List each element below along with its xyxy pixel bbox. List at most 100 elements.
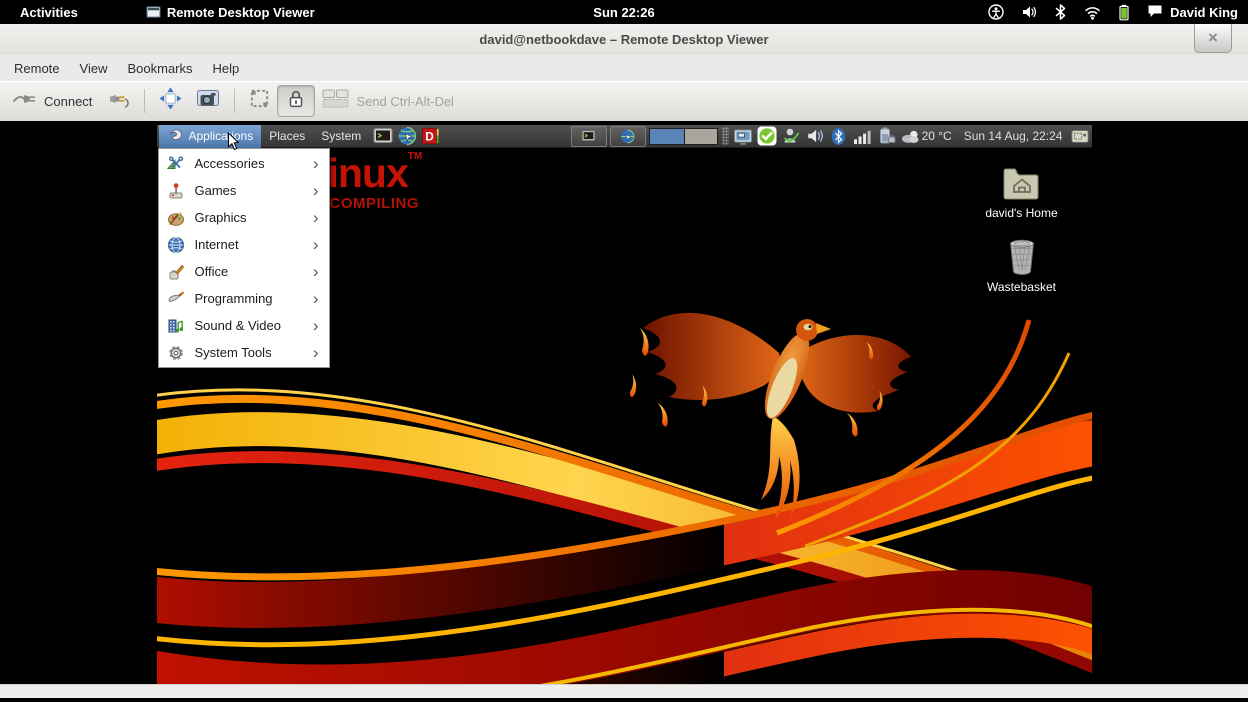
remote-display-icon[interactable] [733,126,753,146]
fullscreen-button[interactable] [152,85,189,117]
remote-panel: Applications Places System D [157,125,1092,148]
terminal-window-button[interactable] [571,126,607,147]
menu-item-sound-video[interactable]: Sound & Video › [159,312,329,339]
desktop-icon-home[interactable]: david's Home [974,165,1070,220]
panel-handle[interactable] [722,127,729,145]
internet-icon [167,235,186,254]
keyboard-grab-toggle[interactable] [277,85,315,117]
accessories-icon [167,154,186,173]
workspace-1[interactable] [649,128,685,145]
user-name: David King [1170,5,1238,20]
window-titlebar[interactable]: david@netbookdave – Remote Desktop Viewe… [0,24,1248,55]
bluetooth-icon[interactable] [829,126,849,146]
battery-icon[interactable] [1118,4,1130,21]
close-button[interactable]: × [1194,24,1232,53]
connect-plug-icon [13,88,37,115]
submenu-arrow-icon: › [313,236,321,253]
submenu-arrow-icon: › [313,317,321,334]
screenshot-button[interactable] [189,85,227,117]
games-icon [167,181,186,200]
window-title: david@netbookdave – Remote Desktop Viewe… [479,32,768,47]
wallpaper-caption-text: COMPILING [330,195,420,212]
topbar-clock[interactable]: Sun 22:26 [593,0,654,24]
lock-icon [285,88,307,115]
signal-strength-icon[interactable] [853,126,873,146]
system-tray [733,126,921,146]
volume-icon[interactable] [1021,4,1037,20]
menu-item-label: Office [195,264,304,279]
scaling-icon [249,88,270,114]
window-toolbar: Connect [0,81,1248,122]
screenshot-camera-icon [196,88,220,115]
submenu-arrow-icon: › [313,209,321,226]
volume-icon[interactable] [805,126,825,146]
weather-icon[interactable] [901,126,921,146]
screenshot-applet-icon[interactable] [1070,126,1090,146]
menu-item-label: Games [195,183,304,198]
workspace-2[interactable] [685,128,718,145]
scaling-toggle[interactable] [242,85,277,117]
menu-item-label: System Tools [195,345,304,360]
connect-label: Connect [44,94,92,109]
browser-window-button[interactable] [610,126,646,147]
applications-dropdown-menu: Accessories › Games › Grap [158,148,330,368]
focused-app-title: Remote Desktop Viewer [167,5,315,20]
svg-text:D: D [426,129,435,143]
window-menubar: Remote View Bookmarks Help [0,55,1248,81]
menu-item-graphics[interactable]: Graphics › [159,204,329,231]
applications-menu-label: Applications [189,129,254,143]
menu-help[interactable]: Help [203,57,250,80]
disconnect-button[interactable] [99,85,137,117]
desktop-icon-wastebasket[interactable]: Wastebasket [974,238,1070,294]
network-user-icon[interactable] [781,126,801,146]
panel-clock[interactable]: Sun 14 Aug, 22:24 [964,129,1063,143]
user-menu[interactable]: David King [1147,4,1238,21]
applications-menu-button[interactable]: Applications [159,125,262,148]
chat-icon [1147,4,1163,21]
remote-desktop-viewer-window: david@netbookdave – Remote Desktop Viewe… [0,24,1248,698]
menu-item-programming[interactable]: Programming › [159,285,329,312]
home-folder-icon [974,165,1070,202]
activities-button[interactable]: Activities [10,0,88,24]
gnome-top-bar: Activities Remote Desktop Viewer Sun 22:… [0,0,1248,24]
wastebasket-icon [974,238,1070,276]
places-menu-button[interactable]: Places [261,125,313,148]
d-app-launcher-icon[interactable]: D [420,126,441,147]
submenu-arrow-icon: › [313,263,321,280]
toolbar-separator [144,89,145,113]
submenu-arrow-icon: › [313,155,321,172]
menu-remote[interactable]: Remote [4,57,70,80]
menu-item-internet[interactable]: Internet › [159,231,329,258]
updates-ok-icon[interactable] [757,126,777,146]
accessibility-icon[interactable] [988,4,1004,20]
menu-item-office[interactable]: Office › [159,258,329,285]
send-ctrl-alt-del-button[interactable]: Send Ctrl-Alt-Del [315,85,461,117]
web-browser-launcher-icon[interactable] [396,126,417,147]
system-tools-icon [167,343,186,362]
menu-item-label: Internet [195,237,304,252]
menu-item-games[interactable]: Games › [159,177,329,204]
menu-item-accessories[interactable]: Accessories › [159,150,329,177]
submenu-arrow-icon: › [313,344,321,361]
temperature-readout[interactable]: 20 °C [922,129,952,143]
bluetooth-icon[interactable] [1054,4,1067,20]
keyboard-icon [322,88,349,114]
wifi-icon[interactable] [1084,5,1101,20]
programming-icon [167,289,186,308]
terminal-launcher-icon[interactable] [372,126,393,147]
menu-item-system-tools[interactable]: System Tools › [159,339,329,366]
desktop-icon-label: david's Home [985,206,1057,220]
desktop-icon-label: Wastebasket [987,280,1056,294]
close-icon: × [1208,28,1218,48]
menu-view[interactable]: View [70,57,118,80]
menu-item-label: Sound & Video [195,318,304,333]
menu-bookmarks[interactable]: Bookmarks [117,57,202,80]
submenu-arrow-icon: › [313,290,321,307]
focused-app-menu[interactable]: Remote Desktop Viewer [146,5,315,20]
remote-view-area: inuxTM COMPILING Applications Places Sys… [0,121,1248,685]
battery-charging-icon[interactable] [877,126,897,146]
system-menu-button[interactable]: System [313,125,369,148]
remote-screen[interactable]: inuxTM COMPILING Applications Places Sys… [157,125,1092,685]
menu-item-label: Programming [195,291,304,306]
connect-button[interactable]: Connect [6,85,99,117]
